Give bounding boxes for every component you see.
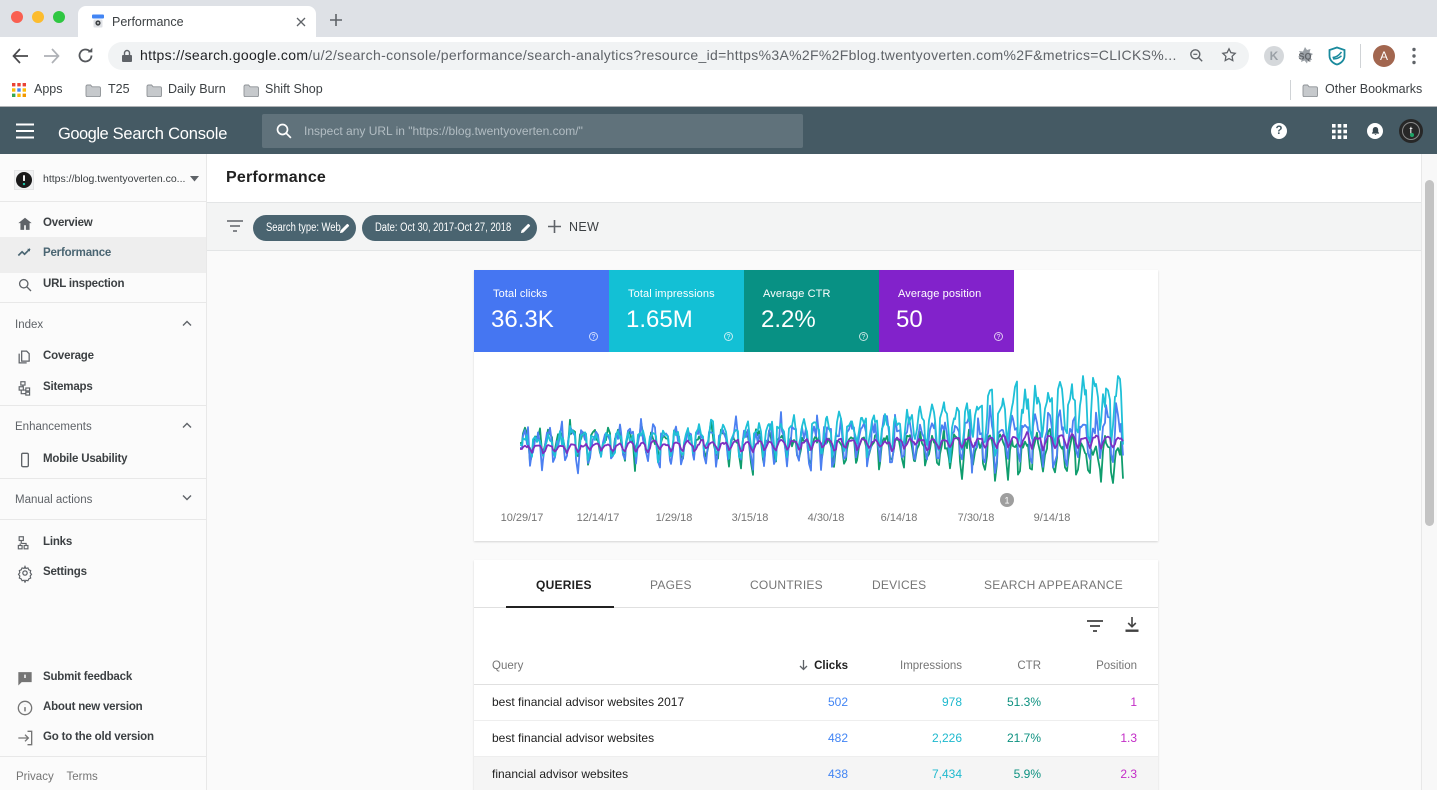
- svg-text:7/30/18: 7/30/18: [958, 512, 995, 524]
- svg-text:1: 1: [1004, 496, 1009, 506]
- svg-text:6/14/18: 6/14/18: [881, 512, 918, 524]
- svg-text:3/15/18: 3/15/18: [732, 512, 769, 524]
- svg-text:9/14/18: 9/14/18: [1034, 512, 1071, 524]
- svg-text:SQ: SQ: [1298, 52, 1311, 62]
- svg-text:1/29/18: 1/29/18: [656, 512, 693, 524]
- svg-text:12/14/17: 12/14/17: [577, 512, 620, 524]
- svg-text:4/30/18: 4/30/18: [808, 512, 845, 524]
- svg-text:10/29/17: 10/29/17: [501, 512, 544, 524]
